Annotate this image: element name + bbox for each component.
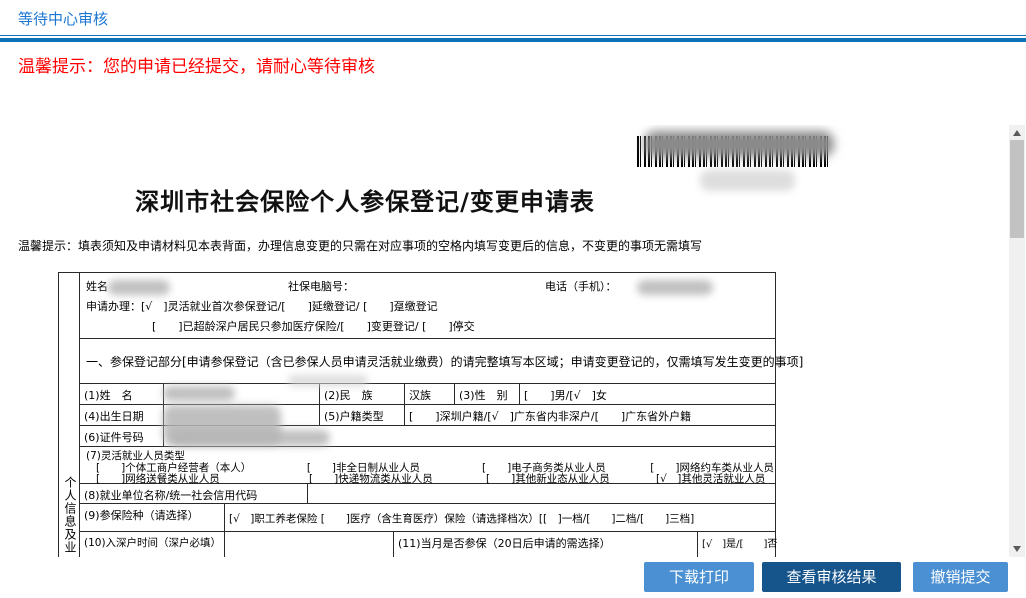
header-divider-thick xyxy=(0,38,1026,42)
vertical-scrollbar[interactable] xyxy=(1009,125,1025,557)
field3-gender-value: [ ]男/[√ ]女 xyxy=(520,384,776,404)
form-row-6: (9)参保险种（请选择） [√ ]职工养老保险 [ ]医疗（含生育医疗）保险（请… xyxy=(80,504,776,532)
field11-current-month-value: [√ ]是/[ ]否 xyxy=(698,532,776,557)
scrollbar-thumb[interactable] xyxy=(1010,140,1024,238)
section1-header: 一、参保登记部分[申请参保登记（含已参保人员申请灵活就业缴费）的请完整填写本区域… xyxy=(80,339,776,384)
form-title: 深圳市社会保险个人参保登记/变更申请表 xyxy=(130,182,600,217)
field2-ethnic-label: (2)民 族 xyxy=(320,384,405,404)
redaction-section xyxy=(288,375,368,386)
table-side-label: 个人信息及业 xyxy=(62,476,79,554)
scroll-down-arrow-icon[interactable] xyxy=(1013,546,1021,552)
field6-idnumber-label: (6)证件号码 xyxy=(80,426,164,446)
field5-household-value: [ ]深圳户籍/[√ ]广东省内非深户/[ ]广东省外户籍 xyxy=(405,405,776,425)
redaction-name-head xyxy=(108,280,170,295)
apply-type-line2: [ ]已超龄深户居民只参加医疗保险/[ ]变更登记/ [ ]停交 xyxy=(152,318,475,334)
apply-type-line1: 申请办理：[√ ]灵活就业首次参保登记/[ ]延缴登记/ [ ]趸缴登记 xyxy=(86,298,438,314)
field2-ethnic-value: 汉族 xyxy=(405,384,455,404)
redaction-idnumber xyxy=(170,430,330,446)
field9-insurance-label: (9)参保险种（请选择） xyxy=(80,504,225,531)
field10-shenzhen-date-label: (10)入深户时间（深户必填） xyxy=(80,532,225,557)
header-divider-thin xyxy=(0,35,1026,36)
field8-employer-value xyxy=(308,484,776,503)
barcode-redaction xyxy=(644,131,834,157)
form-row-5: (8)就业单位名称/统一社会信用代码 xyxy=(80,484,776,504)
ss-computer-no-label: 社保电脑号： xyxy=(288,278,354,294)
download-print-button[interactable]: 下载打印 xyxy=(644,562,754,592)
field10-shenzhen-date-value xyxy=(225,532,394,557)
field9-insurance-value: [√ ]职工养老保险 [ ]医疗（含生育医疗）保险（请选择档次）[[ ]一档/[… xyxy=(225,504,776,531)
field3-gender-label: (3)性 别 xyxy=(455,384,520,404)
field11-current-month-label: (11)当月是否参保（20日后申请的需选择） xyxy=(394,532,698,557)
name-label: 姓名 xyxy=(86,278,108,294)
view-review-result-button[interactable]: 查看审核结果 xyxy=(762,562,901,592)
field4-birthdate-label: (4)出生日期 xyxy=(80,405,164,425)
form-row-7: (10)入深户时间（深户必填） (11)当月是否参保（20日后申请的需选择） [… xyxy=(80,532,776,557)
form-row-4: (7)灵活就业人员类型 [ ]个体工商户经营者（本人） [ ]非全日制从业人员 … xyxy=(80,447,776,484)
submission-notice: 温馨提示：您的申请已经提交，请耐心等待审核 xyxy=(18,52,375,77)
field8-employer-label: (8)就业单位名称/统一社会信用代码 xyxy=(80,484,308,503)
phone-label: 电话（手机）： xyxy=(545,278,617,294)
scroll-up-arrow-icon[interactable] xyxy=(1013,130,1021,136)
field1-name-label: (1)姓 名 xyxy=(80,384,164,404)
field5-household-label: (5)户籍类型 xyxy=(320,405,405,425)
page-title: 等待中心审核 xyxy=(18,8,108,29)
redaction-phone xyxy=(637,280,713,295)
cancel-submission-button[interactable]: 撤销提交 xyxy=(913,562,1008,592)
redaction-blob xyxy=(700,170,795,191)
redaction-name-field xyxy=(163,386,235,401)
barcode xyxy=(637,136,831,167)
form-note: 温馨提示：填表须知及申请材料见本表背面，办理信息变更的只需在对应事项的空格内填写… xyxy=(18,237,702,254)
document-viewer[interactable]: 深圳市社会保险个人参保登记/变更申请表 温馨提示：填表须知及申请材料见本表背面，… xyxy=(0,125,1008,557)
